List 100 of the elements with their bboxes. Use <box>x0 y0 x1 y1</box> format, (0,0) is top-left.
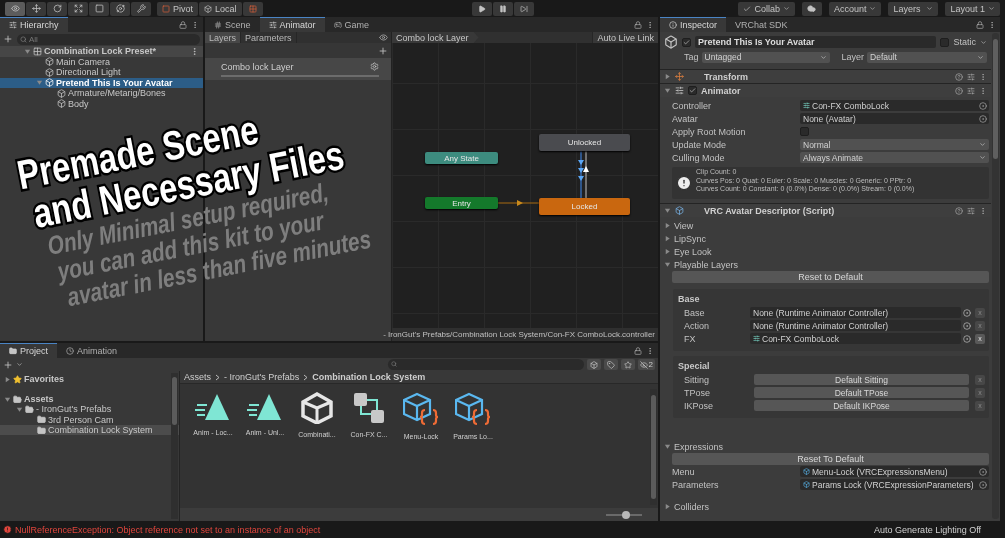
tool-button[interactable] <box>131 1 151 16</box>
pivot-button[interactable]: Pivot <box>157 1 198 16</box>
more-icon[interactable] <box>190 46 199 56</box>
more-icon[interactable] <box>646 346 654 355</box>
add-icon[interactable] <box>3 359 13 370</box>
component-header[interactable]: VRC Avatar Descriptor (Script) <box>660 203 991 217</box>
breadcrumb-item[interactable]: Assets <box>184 372 211 382</box>
slider-thumb[interactable] <box>621 510 630 519</box>
tree-item[interactable]: Pretend This Is Your Avatar <box>0 77 203 88</box>
caret-icon[interactable] <box>16 361 23 368</box>
breadcrumb-item[interactable]: Combination Lock System <box>312 372 426 382</box>
component-header[interactable]: Animator <box>660 83 991 97</box>
pause-button[interactable] <box>492 1 513 16</box>
filter-label-button[interactable] <box>603 359 618 370</box>
tool-button[interactable] <box>5 1 25 16</box>
object-field[interactable]: None (Runtime Animator Controller) <box>750 307 961 318</box>
expand-arrow-icon[interactable] <box>24 47 31 55</box>
search-field[interactable] <box>387 359 584 370</box>
panel-tab[interactable]: Animator <box>259 17 325 32</box>
folder-item[interactable]: Favorites <box>0 373 179 385</box>
add-icon[interactable] <box>3 34 13 44</box>
reset-button[interactable]: Reset To Default <box>672 453 989 465</box>
lock-icon[interactable] <box>634 346 642 355</box>
object-field[interactable]: None (Runtime Animator Controller) <box>750 320 961 331</box>
object-field[interactable]: Con-FX ComboLock <box>750 333 961 344</box>
enabled-checkbox[interactable] <box>688 86 697 95</box>
menu-dropdown[interactable]: Layers <box>888 1 939 16</box>
expand-arrow-icon[interactable] <box>664 235 671 242</box>
panel-tab[interactable]: Scene <box>205 17 260 32</box>
tool-button[interactable] <box>26 1 46 16</box>
foldout[interactable]: Colliders <box>660 500 991 513</box>
folder-item[interactable]: Assets <box>0 394 179 405</box>
panel-tab[interactable]: VRChat SDK <box>726 17 797 32</box>
breadcrumb[interactable]: Combo lock Layer <box>392 32 479 43</box>
expand-arrow-icon[interactable] <box>664 207 671 214</box>
tree-item[interactable]: Combination Lock Preset* <box>0 46 203 57</box>
eye-icon[interactable] <box>379 33 388 42</box>
folder-item[interactable]: - IronGut's Prefabs <box>0 404 179 415</box>
panel-tab[interactable]: Project <box>0 343 57 358</box>
foldout[interactable]: LipSync <box>660 232 991 245</box>
menu-dropdown[interactable]: Layout 1 <box>945 1 1000 16</box>
more-icon[interactable] <box>646 20 654 29</box>
active-checkbox[interactable] <box>682 37 691 47</box>
layer-dropdown[interactable]: Default <box>867 51 987 63</box>
state-node[interactable]: Unlocked <box>539 134 630 151</box>
play-button[interactable] <box>471 1 492 16</box>
name-field[interactable]: Pretend This Is Your Avatar <box>695 36 937 48</box>
lock-icon[interactable] <box>976 20 984 29</box>
expand-arrow-icon[interactable] <box>664 261 671 268</box>
collab-button[interactable]: Collab <box>738 1 795 16</box>
zoom-slider[interactable] <box>606 513 642 516</box>
expand-arrow-icon[interactable] <box>4 395 11 403</box>
expand-arrow-icon[interactable] <box>664 222 671 229</box>
expand-arrow-icon[interactable] <box>664 73 671 80</box>
default-pose-button[interactable]: Default Sitting <box>754 374 969 385</box>
toggle-checkbox[interactable] <box>800 127 809 136</box>
tree-item[interactable]: Body <box>0 98 203 109</box>
favorite-button[interactable] <box>620 359 635 370</box>
static-checkbox[interactable] <box>940 37 950 47</box>
object-field[interactable]: None (Avatar) <box>800 113 989 124</box>
default-pose-button[interactable]: Default IKPose <box>754 400 969 411</box>
expand-arrow-icon[interactable] <box>36 79 43 87</box>
folder-item[interactable]: Combination Lock System <box>0 424 179 436</box>
expand-arrow-icon[interactable] <box>664 87 671 94</box>
reset-button[interactable]: Reset to Default <box>672 271 989 283</box>
lock-icon[interactable] <box>634 20 642 29</box>
lock-icon[interactable] <box>179 20 187 29</box>
snap-button[interactable] <box>242 1 263 16</box>
gear-icon[interactable] <box>370 62 379 71</box>
hidden-packages-button[interactable]: 2 <box>637 359 655 370</box>
tool-button[interactable] <box>47 1 67 16</box>
panel-tab[interactable]: Game <box>324 17 379 32</box>
mode-dropdown[interactable]: Normal <box>800 139 989 150</box>
tree-item[interactable]: Directional Light <box>0 67 203 78</box>
tag-dropdown[interactable]: Untagged <box>701 51 830 63</box>
object-field[interactable]: Con-FX ComboLock <box>800 100 989 111</box>
component-header[interactable]: Transform <box>660 69 991 83</box>
panel-tab[interactable]: Animation <box>57 343 127 358</box>
expand-arrow-icon[interactable] <box>664 503 671 510</box>
foldout[interactable]: Expressions <box>660 440 991 453</box>
mode-dropdown[interactable]: Always Animate <box>800 152 989 163</box>
search-field[interactable]: All <box>17 33 200 45</box>
step-button[interactable] <box>513 1 534 16</box>
object-field[interactable]: Menu-Lock (VRCExpressionsMenu) <box>800 466 989 477</box>
expand-arrow-icon[interactable] <box>664 248 671 255</box>
foldout[interactable]: View <box>660 219 991 232</box>
expand-arrow-icon[interactable] <box>4 375 11 383</box>
add-icon[interactable] <box>378 45 388 56</box>
more-icon[interactable] <box>191 20 199 29</box>
foldout[interactable]: Playable Layers <box>660 258 991 271</box>
foldout[interactable]: Eye Look <box>660 245 991 258</box>
cloud-button[interactable] <box>801 1 822 16</box>
state-node[interactable]: Entry <box>425 197 498 209</box>
panel-tab[interactable]: Hierarchy <box>0 17 68 32</box>
local-button[interactable]: Local <box>199 1 242 16</box>
breadcrumb-item[interactable]: - IronGut's Prefabs <box>224 372 300 382</box>
folder-item[interactable]: 3rd Person Cam <box>0 414 179 425</box>
filter-type-button[interactable] <box>586 359 601 370</box>
tree-item[interactable]: Armature/Metarig/Bones <box>0 88 203 99</box>
tool-button[interactable] <box>89 1 109 16</box>
